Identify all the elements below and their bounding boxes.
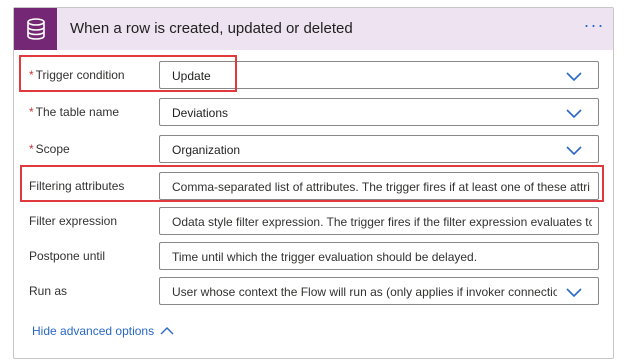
scope-label: * Scope — [29, 142, 70, 156]
filtering-attributes-input[interactable]: Comma-separated list of attributes. The … — [159, 172, 599, 200]
filtering-attributes-placeholder: Comma-separated list of attributes. The … — [172, 180, 590, 194]
chevron-down-icon[interactable] — [566, 144, 582, 156]
filter-expression-placeholder: Odata style filter expression. The trigg… — [172, 215, 592, 229]
required-marker: * — [29, 142, 34, 156]
run-as-row: Run as User whose context the Flow will … — [14, 277, 613, 307]
trigger-card: When a row is created, updated or delete… — [13, 7, 614, 359]
table-name-label: * The table name — [29, 105, 120, 119]
chevron-up-icon — [160, 327, 174, 335]
filter-expression-input[interactable]: Odata style filter expression. The trigg… — [159, 207, 599, 235]
postpone-until-placeholder: Time until which the trigger evaluation … — [172, 250, 478, 264]
table-name-row: * The table name Deviations — [14, 98, 613, 128]
run-as-label: Run as — [29, 284, 68, 298]
more-options-icon[interactable]: ··· — [579, 16, 609, 37]
trigger-condition-dropdown[interactable]: Update — [159, 61, 599, 89]
table-name-dropdown[interactable]: Deviations — [159, 98, 599, 126]
run-as-dropdown[interactable]: User whose context the Flow will run as … — [159, 277, 599, 305]
hide-advanced-options-link[interactable]: Hide advanced options — [32, 324, 174, 338]
trigger-condition-value: Update — [172, 69, 211, 83]
scope-dropdown[interactable]: Organization — [159, 135, 599, 163]
chevron-down-icon[interactable] — [566, 107, 582, 119]
filter-expression-label: Filter expression — [29, 214, 118, 228]
database-icon — [14, 8, 57, 50]
required-marker: * — [29, 105, 34, 119]
card-header[interactable]: When a row is created, updated or delete… — [14, 8, 613, 50]
filter-expression-row: Filter expression Odata style filter exp… — [14, 207, 613, 237]
scope-row: * Scope Organization — [14, 135, 613, 165]
chevron-down-icon[interactable] — [566, 70, 582, 82]
chevron-down-icon[interactable] — [566, 286, 582, 298]
trigger-condition-label: * Trigger condition — [29, 68, 125, 82]
table-name-value: Deviations — [172, 106, 229, 120]
filtering-attributes-label: Filtering attributes — [29, 179, 125, 193]
postpone-until-label: Postpone until — [29, 249, 106, 263]
required-marker: * — [29, 68, 34, 82]
postpone-until-row: Postpone until Time until which the trig… — [14, 242, 613, 272]
scope-value: Organization — [172, 143, 241, 157]
trigger-condition-row: * Trigger condition Update — [14, 61, 613, 91]
filtering-attributes-row: Filtering attributes Comma-separated lis… — [14, 172, 613, 202]
card-title: When a row is created, updated or delete… — [70, 20, 353, 37]
hide-advanced-options-label: Hide advanced options — [32, 324, 155, 338]
postpone-until-input[interactable]: Time until which the trigger evaluation … — [159, 242, 599, 270]
run-as-placeholder: User whose context the Flow will run as … — [172, 285, 557, 299]
